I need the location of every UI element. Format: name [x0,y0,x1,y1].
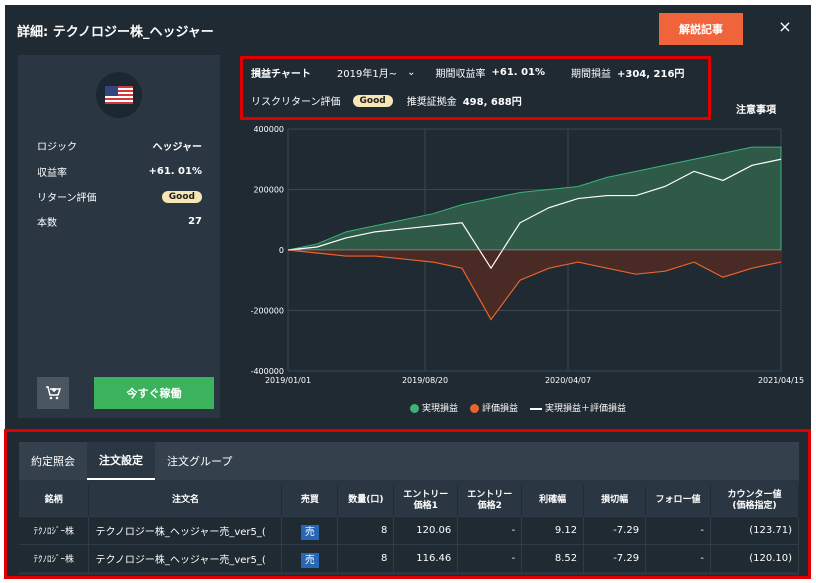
table-cell: -7.29 [583,543,647,572]
table-cell: 売 [281,515,339,544]
table-cell: 売 [281,543,339,572]
x-tick-label: 2021/04/15 [758,376,804,385]
legend-total: 実現損益＋評価損益 [530,401,626,414]
tab-order-settings[interactable]: 注文設定 [87,442,155,480]
table-row[interactable]: ﾃｸﾉﾛｼﾞｰ株 テクノロジー株_ヘッジャー売_ver5_(売 8 120.06-9.… [19,515,800,544]
table-cell: - [645,543,711,572]
y-tick-label: 200000 [253,186,284,195]
orders-table: 銘柄 注文名 売買 数量(口) エントリー 価格1 エントリー 価格2 利確幅 損切幅 フォロー値カ… [19,486,800,572]
table-cell: - [457,543,523,572]
table-cell: 9.12 [521,515,585,544]
table-cell: ﾃｸﾉﾛｼﾞｰ株 [19,543,90,572]
tab-executions[interactable]: 約定照会 [19,442,87,480]
table-cell: 116.46 [393,543,459,572]
chart-legend: 実現損益 評価損益 実現損益＋評価損益 [410,401,626,414]
unrealized-area [288,250,781,320]
table-cell: テクノロジー株_ヘッジャー売_ver5_( [88,515,283,544]
table-cell: -7.29 [583,515,647,544]
column-header: カウンター値 (価格指定) [710,486,800,516]
table-cell: 120.06 [393,515,459,544]
column-header: 注文名 [88,486,283,516]
legend-unrealized: 評価損益 [470,401,518,414]
x-tick-label: 2019/08/20 [402,376,448,385]
orders-tabs: 約定照会 注文設定 注文グループ [19,442,799,480]
column-header: 損切幅 [583,486,647,516]
tab-order-groups[interactable]: 注文グループ [155,442,244,480]
column-header: 利確幅 [521,486,585,516]
x-tick-label: 2019/01/01 [265,376,311,385]
y-tick-label: 400000 [253,125,284,134]
column-header: エントリー 価格2 [457,486,523,516]
table-cell: - [457,515,523,544]
table-cell: テクノロジー株_ヘッジャー売_ver5_( [88,543,283,572]
legend-realized: 実現損益 [410,401,458,414]
table-cell: - [645,515,711,544]
table-cell: 8.52 [521,543,585,572]
column-header: 数量(口) [337,486,395,516]
column-header: フォロー値 [645,486,711,516]
detail-modal: 詳細: テクノロジー株_ヘッジャー 解説記事 × ロジック ヘッジャー 収益率 … [5,5,811,578]
column-header: エントリー 価格1 [393,486,459,516]
sell-badge: 売 [300,524,319,540]
table-cell: 8 [337,543,395,572]
table-cell: ﾃｸﾉﾛｼﾞｰ株 [19,515,90,544]
pl-chart: 400000 200000 0 -200000 -4000002019/01/01 201… [251,125,804,385]
column-header: 売買 [281,486,339,516]
y-tick-label: 0 [279,246,284,255]
orders-panel: 約定照会 注文設定 注文グループ 銘柄 注文名 売買 数量(口) エントリー 価格1 エント… [19,442,800,575]
y-tick-label: -200000 [251,307,284,316]
table-cell: 8 [337,515,395,544]
x-tick-label: 2020/04/07 [545,376,591,385]
column-header: 銘柄 [19,486,90,516]
table-row[interactable]: ﾃｸﾉﾛｼﾞｰ株 テクノロジー株_ヘッジャー売_ver5_(売 8 116.46-8.… [19,543,800,572]
sell-badge: 売 [300,552,319,568]
table-cell: (120.10) [710,543,800,572]
table-cell: (123.71) [710,515,800,544]
y-tick-label: -400000 [251,367,284,376]
